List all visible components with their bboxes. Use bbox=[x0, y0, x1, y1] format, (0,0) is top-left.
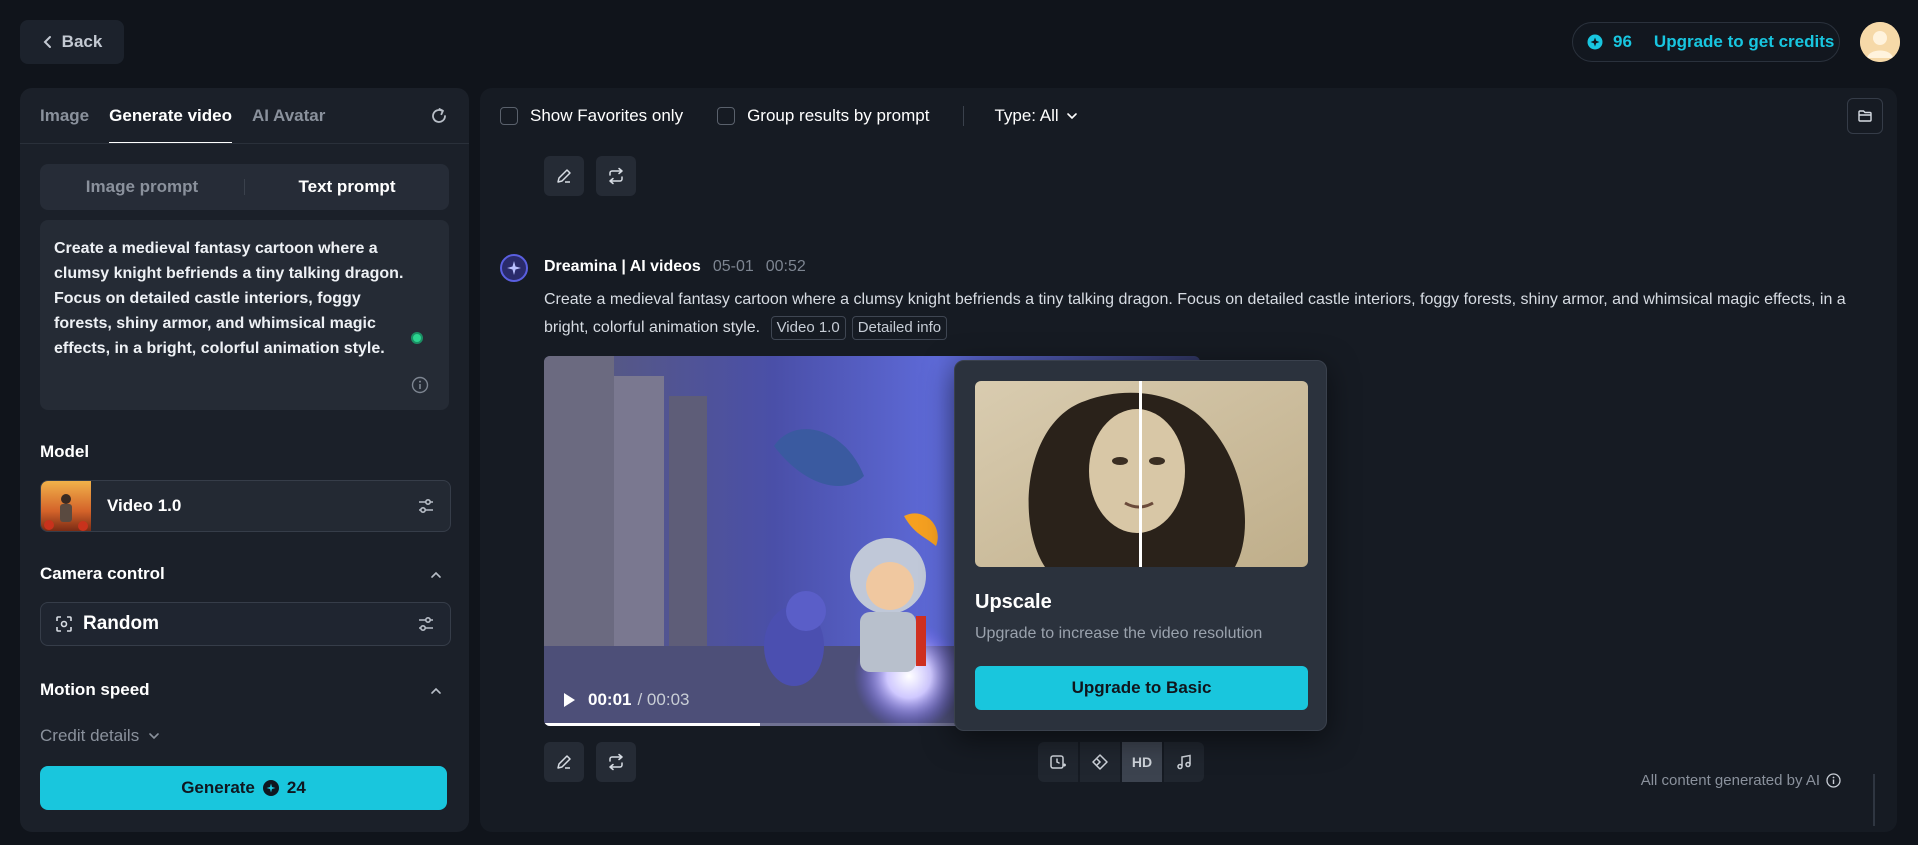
regenerate-button[interactable] bbox=[596, 742, 636, 782]
camera-settings-icon[interactable] bbox=[416, 614, 436, 634]
model-thumbnail bbox=[41, 481, 91, 531]
upscale-comparison-image bbox=[975, 381, 1308, 567]
play-icon[interactable] bbox=[562, 692, 576, 708]
type-label: Type: All bbox=[994, 106, 1059, 125]
credit-coin-icon bbox=[1587, 34, 1603, 50]
scrollbar[interactable] bbox=[1873, 774, 1875, 826]
message-header: Dreamina | AI videos 05-01 00:52 bbox=[544, 258, 806, 276]
prompt-textarea[interactable]: Create a medieval fantasy cartoon where … bbox=[40, 220, 449, 410]
prompt-text[interactable]: Create a medieval fantasy cartoon where … bbox=[54, 236, 414, 361]
extend-video-button[interactable] bbox=[1038, 742, 1078, 782]
chevron-up-icon[interactable] bbox=[429, 684, 443, 698]
prompt-mode-switch: Image prompt Text prompt bbox=[40, 164, 449, 210]
message-body: Create a medieval fantasy cartoon where … bbox=[544, 286, 1874, 342]
motion-speed-label: Motion speed bbox=[40, 680, 150, 699]
video-controls: 00:01 / 00:03 bbox=[562, 690, 689, 710]
frame-interpolation-button[interactable] bbox=[1080, 742, 1120, 782]
user-avatar[interactable] bbox=[1860, 22, 1900, 62]
camera-control-label: Camera control bbox=[40, 564, 165, 583]
edit-button[interactable] bbox=[544, 742, 584, 782]
upscale-popup: Upscale Upgrade to increase the video re… bbox=[954, 360, 1327, 731]
pencil-icon bbox=[555, 167, 573, 185]
info-icon[interactable] bbox=[1826, 773, 1841, 788]
message-date: 05-01 bbox=[712, 258, 754, 275]
upgrade-credits-link[interactable]: Upgrade to get credits bbox=[1654, 32, 1834, 52]
filter-divider bbox=[963, 106, 965, 126]
credit-details-label: Credit details bbox=[40, 726, 140, 745]
back-label: Back bbox=[61, 32, 103, 51]
ai-disclaimer-text: All content generated by AI bbox=[1640, 772, 1820, 789]
hd-upscale-button[interactable]: HD bbox=[1122, 742, 1162, 782]
chevron-up-icon[interactable] bbox=[429, 568, 443, 582]
regenerate-button[interactable] bbox=[596, 156, 636, 196]
pencil-icon bbox=[555, 753, 573, 771]
grammar-indicator-icon[interactable] bbox=[411, 332, 423, 344]
model-name: Video 1.0 bbox=[107, 496, 182, 515]
group-checkbox[interactable] bbox=[717, 107, 736, 125]
video-current-time: 00:01 bbox=[588, 690, 632, 709]
back-button[interactable]: Back bbox=[20, 20, 124, 64]
diamond-icon bbox=[1091, 753, 1109, 771]
left-panel: Image Generate video AI Avatar Image pro… bbox=[20, 88, 469, 832]
chevron-down-icon bbox=[1065, 109, 1079, 123]
credit-coin-icon bbox=[262, 780, 279, 796]
favorites-label: Show Favorites only bbox=[530, 106, 684, 125]
mode-tabs: Image Generate video AI Avatar bbox=[40, 88, 325, 144]
tabs-divider bbox=[20, 143, 469, 144]
ai-disclaimer: All content generated by AI bbox=[1641, 772, 1841, 789]
camera-focus-icon bbox=[55, 615, 73, 633]
camera-control-selector[interactable]: Random bbox=[40, 602, 451, 646]
filter-bar: Show Favorites only Group results by pro… bbox=[500, 104, 1101, 128]
favorites-checkbox[interactable] bbox=[500, 107, 518, 125]
music-note-icon bbox=[1175, 753, 1193, 771]
add-soundtrack-button[interactable] bbox=[1164, 742, 1204, 782]
model-tag[interactable]: Video 1.0 bbox=[770, 316, 846, 340]
message-author: Dreamina | AI videos bbox=[544, 258, 701, 275]
extend-clock-icon bbox=[1049, 753, 1067, 771]
popup-title: Upscale bbox=[975, 591, 1052, 613]
model-label: Model bbox=[40, 442, 90, 461]
video-progress-fill bbox=[544, 723, 761, 726]
text-prompt-option[interactable]: Text prompt bbox=[245, 177, 449, 197]
model-selector[interactable]: Video 1.0 bbox=[40, 480, 451, 532]
image-prompt-option[interactable]: Image prompt bbox=[40, 177, 244, 197]
repeat-icon bbox=[607, 167, 625, 185]
credits-count: 96 bbox=[1613, 32, 1632, 51]
edit-button[interactable] bbox=[544, 156, 584, 196]
settings-sliders-icon[interactable] bbox=[416, 496, 436, 516]
video-actions-group: HD bbox=[1038, 742, 1204, 782]
folder-icon bbox=[1857, 108, 1873, 124]
group-filter[interactable]: Group results by prompt bbox=[717, 106, 929, 126]
message-time: 00:52 bbox=[765, 258, 806, 275]
generate-label: Generate bbox=[181, 778, 255, 797]
type-dropdown[interactable]: Type: All bbox=[994, 106, 1078, 126]
favorites-filter[interactable]: Show Favorites only bbox=[500, 106, 683, 126]
credits-pill: 96 Upgrade to get credits bbox=[1572, 22, 1840, 62]
chevron-left-icon bbox=[42, 35, 54, 49]
video-total-time: / 00:03 bbox=[637, 690, 690, 709]
upgrade-to-basic-button[interactable]: Upgrade to Basic bbox=[975, 666, 1308, 710]
detailed-info-tag[interactable]: Detailed info bbox=[851, 316, 948, 340]
tab-generate-video[interactable]: Generate video bbox=[109, 88, 232, 144]
refresh-icon[interactable] bbox=[429, 106, 449, 126]
repeat-icon bbox=[607, 753, 625, 771]
chevron-down-icon bbox=[147, 729, 161, 743]
popup-description: Upgrade to increase the video resolution bbox=[975, 625, 1263, 642]
info-icon[interactable] bbox=[411, 376, 429, 394]
tab-ai-avatar[interactable]: AI Avatar bbox=[252, 88, 325, 144]
group-label: Group results by prompt bbox=[747, 106, 930, 125]
dreamina-logo-icon bbox=[500, 254, 528, 282]
generate-cost: 24 bbox=[286, 778, 306, 797]
credit-details-toggle[interactable]: Credit details bbox=[40, 726, 161, 746]
generate-button[interactable]: Generate 24 bbox=[40, 766, 447, 810]
message-text: Create a medieval fantasy cartoon where … bbox=[544, 291, 1846, 336]
camera-control-value: Random bbox=[83, 613, 159, 634]
folder-button[interactable] bbox=[1847, 98, 1883, 134]
tab-image[interactable]: Image bbox=[40, 88, 89, 144]
